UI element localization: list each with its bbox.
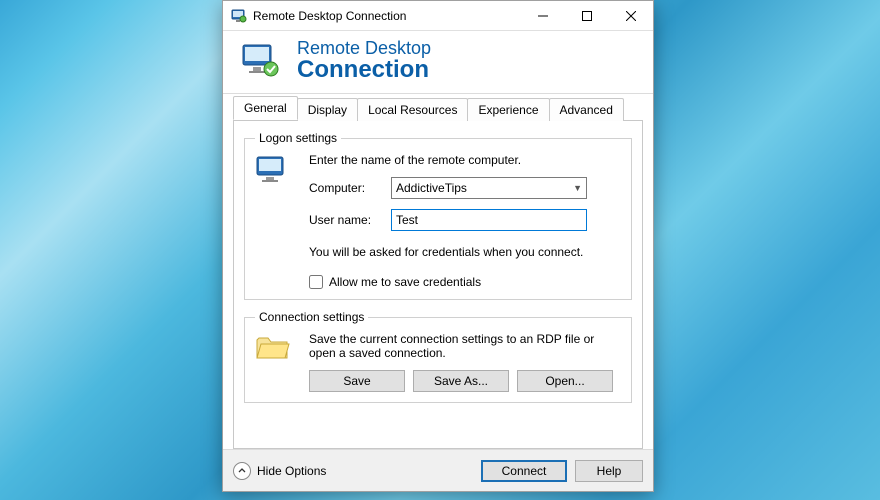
logon-legend: Logon settings — [255, 131, 341, 145]
tab-local-resources[interactable]: Local Resources — [357, 98, 468, 121]
connection-buttons: Save Save As... Open... — [309, 370, 621, 392]
credentials-note: You will be asked for credentials when y… — [309, 245, 621, 259]
connection-legend: Connection settings — [255, 310, 368, 324]
tabs: General Display Local Resources Experien… — [233, 96, 643, 120]
hide-options-label: Hide Options — [257, 464, 326, 478]
open-button[interactable]: Open... — [517, 370, 613, 392]
computer-value: AddictiveTips — [396, 181, 569, 195]
app-icon — [231, 8, 247, 24]
computer-combobox[interactable]: AddictiveTips ▼ — [391, 177, 587, 199]
computer-label: Computer: — [309, 181, 383, 195]
window-title: Remote Desktop Connection — [253, 9, 521, 23]
footer: Hide Options Connect Help — [223, 449, 653, 491]
titlebar[interactable]: Remote Desktop Connection — [223, 1, 653, 31]
banner-line1: Remote Desktop — [297, 39, 431, 57]
minimize-button[interactable] — [521, 1, 565, 31]
hide-options-toggle[interactable]: Hide Options — [233, 462, 473, 480]
folder-icon — [255, 332, 299, 362]
tab-display[interactable]: Display — [297, 98, 358, 121]
save-credentials-label: Allow me to save credentials — [329, 275, 481, 289]
window-controls — [521, 1, 653, 30]
rdc-logo-icon — [241, 41, 281, 81]
tab-advanced[interactable]: Advanced — [549, 98, 624, 121]
monitor-icon — [255, 155, 299, 189]
connect-button[interactable]: Connect — [481, 460, 567, 482]
chevron-up-icon — [233, 462, 251, 480]
chevron-down-icon: ▼ — [569, 183, 582, 193]
username-input[interactable] — [391, 209, 587, 231]
logon-instruction: Enter the name of the remote computer. — [309, 153, 621, 167]
banner-title: Remote Desktop Connection — [297, 39, 431, 83]
content-area: General Display Local Resources Experien… — [223, 94, 653, 449]
connection-settings-group: Connection settings Save the current con… — [244, 310, 632, 403]
banner-line2: Connection — [297, 57, 431, 83]
rdc-window: Remote Desktop Connection — [222, 0, 654, 492]
save-credentials-checkbox[interactable] — [309, 275, 323, 289]
tab-pane-general: Logon settings Enter t — [233, 120, 643, 449]
save-credentials-row: Allow me to save credentials — [309, 275, 621, 289]
help-button[interactable]: Help — [575, 460, 643, 482]
logon-settings-group: Logon settings Enter t — [244, 131, 632, 300]
username-label: User name: — [309, 213, 383, 227]
close-button[interactable] — [609, 1, 653, 31]
username-row: User name: — [309, 209, 621, 231]
connection-instruction: Save the current connection settings to … — [309, 332, 621, 360]
maximize-button[interactable] — [565, 1, 609, 31]
computer-row: Computer: AddictiveTips ▼ — [309, 177, 621, 199]
tab-experience[interactable]: Experience — [467, 98, 549, 121]
banner: Remote Desktop Connection — [223, 31, 653, 94]
save-as-button[interactable]: Save As... — [413, 370, 509, 392]
tab-general[interactable]: General — [233, 96, 298, 120]
save-button[interactable]: Save — [309, 370, 405, 392]
